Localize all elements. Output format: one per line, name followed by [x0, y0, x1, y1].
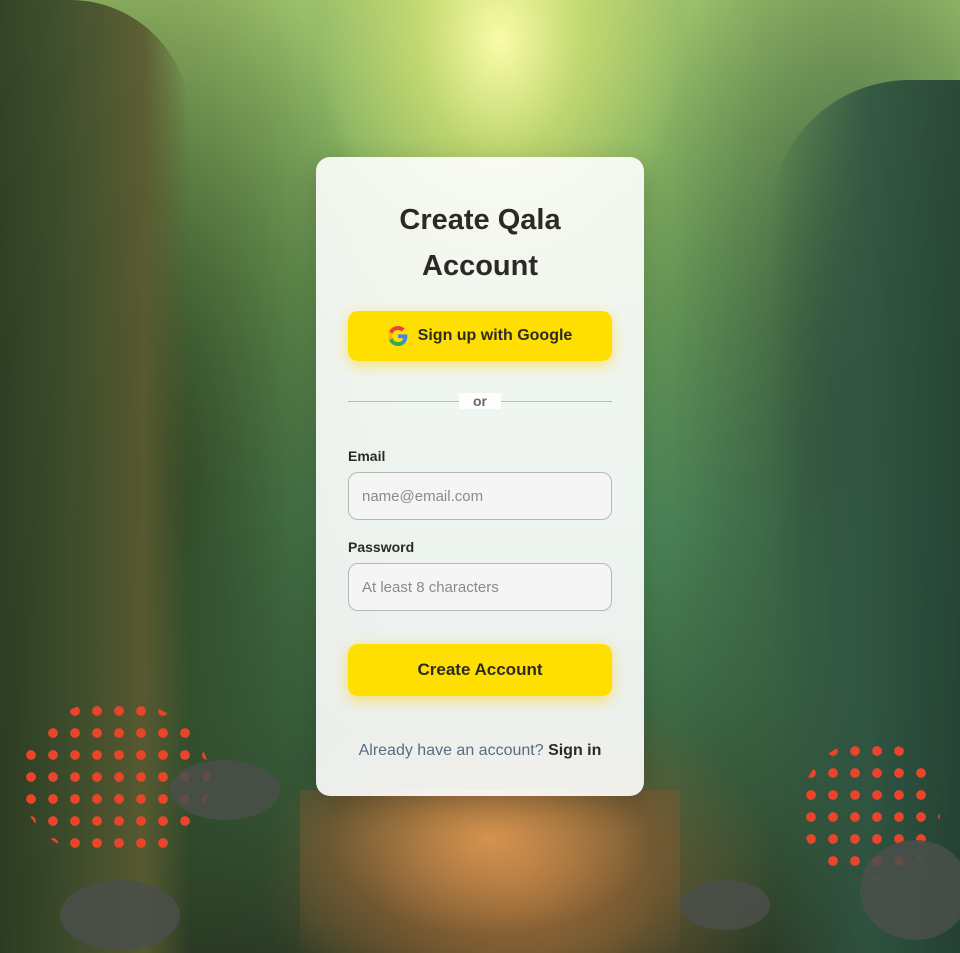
- rock: [680, 880, 770, 930]
- rock: [60, 880, 180, 950]
- signup-card: Create Qala Account Sign up with Google …: [316, 157, 644, 796]
- google-g-icon: [387, 326, 408, 346]
- rock: [860, 840, 960, 940]
- password-label: Password: [348, 539, 415, 555]
- email-label: Email: [348, 448, 386, 464]
- signin-link[interactable]: Sign in: [548, 742, 601, 759]
- google-signup-button[interactable]: Sign up with Google: [348, 311, 612, 361]
- signin-prompt-text: Already have an account?: [358, 742, 544, 759]
- divider-text: or: [459, 393, 501, 409]
- divider-line: [501, 400, 612, 402]
- forest-path: [300, 790, 680, 953]
- or-divider: or: [348, 393, 612, 409]
- password-input[interactable]: [348, 563, 612, 611]
- signin-prompt-row: Already have an account? Sign in: [348, 742, 612, 760]
- email-input[interactable]: [348, 472, 612, 520]
- page-title: Create Qala Account: [399, 204, 561, 282]
- google-button-label: Sign up with Google: [417, 327, 573, 344]
- divider-line: [348, 400, 459, 402]
- create-account-button[interactable]: Create Account: [348, 644, 612, 696]
- rock: [170, 760, 280, 820]
